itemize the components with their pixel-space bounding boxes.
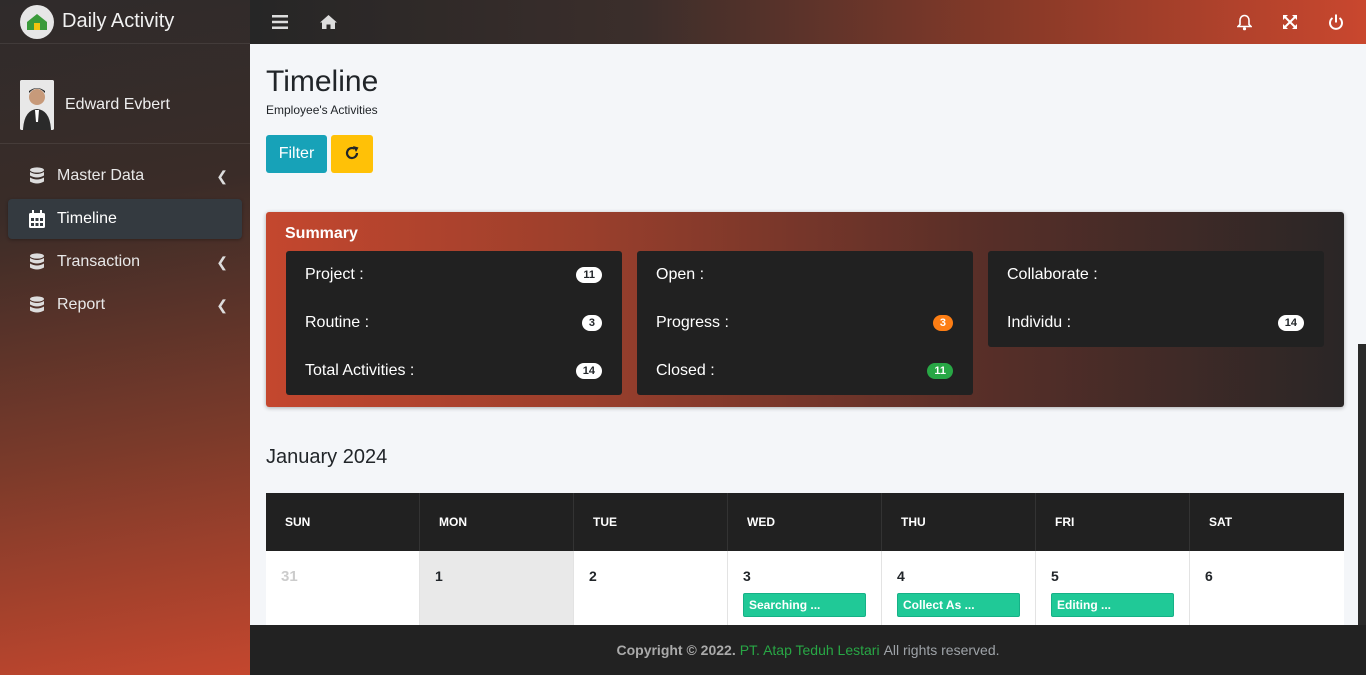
sidebar-item-master-data[interactable]: Master Data ❮ xyxy=(8,156,242,196)
count-badge: 11 xyxy=(927,363,953,379)
calendar-header: SUN MON TUE WED THU FRI SAT xyxy=(266,493,1344,551)
database-icon xyxy=(28,253,46,271)
brand-link[interactable]: Daily Activity xyxy=(0,0,250,44)
calendar-day-cell[interactable]: 31 xyxy=(266,551,420,625)
menu-icon[interactable] xyxy=(270,12,290,32)
summary-label: Routine : xyxy=(305,314,370,331)
chevron-left-icon: ❮ xyxy=(216,296,228,313)
summary-row-routine: Routine : 3 xyxy=(286,299,622,347)
day-number: 1 xyxy=(435,568,443,584)
user-name: Edward Evbert xyxy=(65,95,170,113)
sidebar-item-label: Master Data xyxy=(57,167,145,184)
summary-title: Summary xyxy=(285,225,358,242)
sidebar-nav: Master Data ❮ Timeline Transaction ❮ Rep… xyxy=(0,144,250,325)
summary-label: Closed : xyxy=(656,362,715,379)
day-number: 3 xyxy=(743,568,751,584)
refresh-icon xyxy=(344,145,360,164)
day-number: 6 xyxy=(1205,568,1213,584)
count-badge: 3 xyxy=(932,315,953,331)
summary-label: Collaborate : xyxy=(1007,266,1098,283)
calendar: SUN MON TUE WED THU FRI SAT 31 1 2 3 Sea… xyxy=(266,493,1344,625)
home-icon[interactable] xyxy=(318,12,338,32)
summary-label: Project : xyxy=(305,266,364,283)
summary-card-status: Open : Progress : 3 Closed : 11 xyxy=(637,251,973,395)
day-header: MON xyxy=(420,493,574,551)
summary-row-project: Project : 11 xyxy=(286,251,622,299)
calendar-event[interactable]: Searching ... xyxy=(743,593,866,617)
count-badge: 14 xyxy=(1277,315,1304,331)
summary-card-activities: Project : 11 Routine : 3 Total Activitie… xyxy=(286,251,622,395)
topbar xyxy=(250,0,1366,44)
summary-label: Progress : xyxy=(656,314,729,331)
power-icon[interactable] xyxy=(1326,12,1346,32)
summary-row-individu: Individu : 14 xyxy=(988,299,1324,347)
bell-icon[interactable] xyxy=(1234,12,1254,32)
calendar-day-cell[interactable]: 4 Collect As ... xyxy=(882,551,1036,625)
filter-button[interactable]: Filter xyxy=(266,135,327,173)
sidebar: Daily Activity Edward Evbert Master Data… xyxy=(0,0,250,675)
footer: Copyright © 2022. PT. Atap Teduh Lestari… xyxy=(250,625,1366,675)
summary-row-total: Total Activities : 14 xyxy=(286,347,622,395)
brand-logo xyxy=(20,4,54,39)
refresh-button[interactable] xyxy=(331,135,373,173)
user-panel[interactable]: Edward Evbert xyxy=(0,44,250,144)
avatar xyxy=(20,79,54,130)
summary-row-progress: Progress : 3 xyxy=(637,299,973,347)
day-header: TUE xyxy=(574,493,728,551)
day-number: 31 xyxy=(281,568,298,585)
footer-copyright: Copyright © 2022. xyxy=(616,642,736,658)
summary-row-collaborate: Collaborate : xyxy=(988,251,1324,299)
day-number: 2 xyxy=(589,568,597,584)
day-number: 5 xyxy=(1051,568,1059,584)
calendar-day-cell[interactable]: 2 xyxy=(574,551,728,625)
calendar-event[interactable]: Editing ... xyxy=(1051,593,1174,617)
main-content: Timeline Employee's Activities Filter Su… xyxy=(250,50,1358,625)
sidebar-item-label: Transaction xyxy=(57,253,140,270)
summary-row-closed: Closed : 11 xyxy=(637,347,973,395)
chevron-left-icon: ❮ xyxy=(216,167,228,184)
sidebar-item-timeline[interactable]: Timeline xyxy=(8,199,242,239)
count-badge: 14 xyxy=(575,363,602,379)
calendar-day-cell[interactable]: 6 xyxy=(1190,551,1344,625)
summary-label: Total Activities : xyxy=(305,362,415,379)
count-badge: 3 xyxy=(581,315,602,331)
calendar-day-cell[interactable]: 5 Editing ... xyxy=(1036,551,1190,625)
calendar-day-cell[interactable]: 1 xyxy=(420,551,574,625)
sidebar-item-label: Timeline xyxy=(57,210,117,227)
sidebar-item-transaction[interactable]: Transaction ❮ xyxy=(8,242,242,282)
summary-card-type: Collaborate : Individu : 14 xyxy=(988,251,1324,347)
summary-row-open: Open : xyxy=(637,251,973,299)
page-subtitle: Employee's Activities xyxy=(266,103,378,117)
calendar-month-title: January 2024 xyxy=(266,446,388,468)
summary-label: Individu : xyxy=(1007,314,1072,331)
day-header: THU xyxy=(882,493,1036,551)
footer-company-link[interactable]: PT. Atap Teduh Lestari xyxy=(740,642,880,658)
brand-name: Daily Activity xyxy=(62,10,175,32)
database-icon xyxy=(28,167,46,185)
calendar-icon xyxy=(28,210,46,228)
calendar-event[interactable]: Collect As ... xyxy=(897,593,1020,617)
topbar-actions xyxy=(1208,12,1346,32)
summary-panel: Summary Project : 11 Routine : 3 Total A… xyxy=(266,212,1344,407)
day-header: WED xyxy=(728,493,882,551)
day-number: 4 xyxy=(897,568,905,584)
count-badge: 11 xyxy=(576,267,602,283)
sidebar-item-label: Report xyxy=(57,296,106,313)
calendar-week: 31 1 2 3 Searching ... 4 Collect As ... … xyxy=(266,551,1344,625)
sidebar-item-report[interactable]: Report ❮ xyxy=(8,285,242,325)
footer-rights: All rights reserved. xyxy=(883,642,1000,658)
fullscreen-icon[interactable] xyxy=(1280,12,1300,32)
scroll-track xyxy=(1358,344,1366,625)
day-header: SUN xyxy=(266,493,420,551)
day-header: SAT xyxy=(1209,515,1233,529)
calendar-day-cell[interactable]: 3 Searching ... xyxy=(728,551,882,625)
chevron-left-icon: ❮ xyxy=(216,253,228,270)
page-title: Timeline xyxy=(266,65,379,98)
summary-label: Open : xyxy=(656,266,705,283)
day-header: FRI xyxy=(1036,493,1190,551)
database-icon xyxy=(28,296,46,314)
